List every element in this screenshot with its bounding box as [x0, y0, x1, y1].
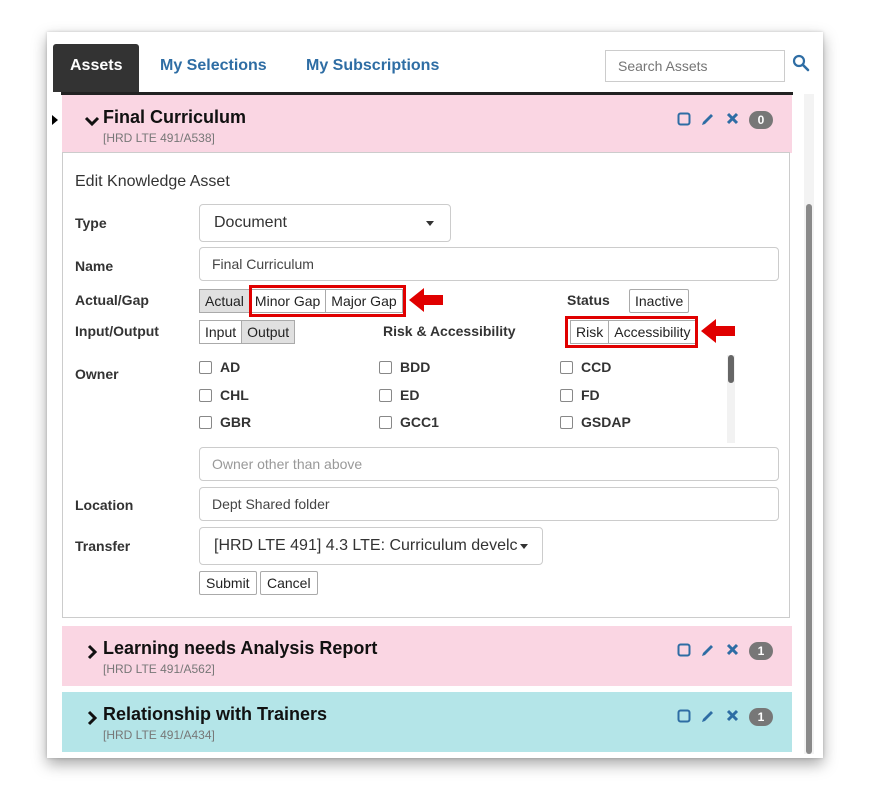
select-square-icon[interactable]: [677, 112, 691, 126]
actual-button[interactable]: Actual: [199, 289, 250, 313]
tab-bar: Assets My Selections My Subscriptions: [47, 32, 823, 92]
type-select[interactable]: Document: [199, 204, 451, 242]
owner-list-scroll-thumb[interactable]: [728, 355, 734, 383]
row-pointer-icon: [52, 115, 58, 125]
owner-other-input[interactable]: Owner other than above: [199, 447, 779, 481]
tab-my-subscriptions[interactable]: My Subscriptions: [306, 44, 439, 92]
output-button[interactable]: Output: [242, 320, 296, 344]
delete-x-icon[interactable]: [726, 709, 739, 722]
checkbox[interactable]: [379, 388, 392, 402]
pencil-icon[interactable]: [700, 642, 716, 658]
owner-checkbox-ccd[interactable]: CCD: [560, 359, 611, 375]
assets-window: Assets My Selections My Subscriptions Fi…: [47, 32, 823, 758]
type-select-value: Document: [214, 214, 287, 231]
owner-list-scrollbar[interactable]: [727, 355, 735, 443]
name-label: Name: [75, 258, 114, 274]
transfer-select-value: [HRD LTE 491] 4.3 LTE: Curriculum develc: [214, 537, 518, 554]
checkbox[interactable]: [560, 360, 573, 374]
asset-count-badge: 1: [749, 642, 773, 660]
owner-checkbox-ad[interactable]: AD: [199, 359, 240, 375]
owner-checkbox-bdd[interactable]: BDD: [379, 359, 430, 375]
input-output-toggle: Input Output: [199, 320, 296, 344]
type-label: Type: [75, 215, 107, 231]
status-inactive-button[interactable]: Inactive: [629, 289, 690, 313]
checkbox[interactable]: [560, 415, 573, 429]
cancel-button[interactable]: Cancel: [260, 571, 318, 595]
input-output-label: Input/Output: [75, 323, 159, 339]
asset-count-badge: 1: [749, 708, 773, 726]
transfer-select[interactable]: [HRD LTE 491] 4.3 LTE: Curriculum develc: [199, 527, 543, 565]
pencil-icon[interactable]: [700, 111, 716, 127]
checkbox[interactable]: [560, 388, 573, 402]
asset-code: [HRD LTE 491/A538]: [103, 131, 215, 145]
submit-button[interactable]: Submit: [199, 571, 257, 595]
search-input[interactable]: [605, 50, 785, 82]
status-label: Status: [567, 292, 610, 308]
edit-asset-form: Edit Knowledge Asset Type Document Name …: [62, 152, 790, 618]
highlight-box-gap: [249, 285, 406, 317]
checkbox[interactable]: [199, 360, 212, 374]
name-field[interactable]: Final Curriculum: [199, 247, 779, 281]
asset-title[interactable]: Final Curriculum: [103, 107, 246, 128]
red-arrow-left-icon: [701, 319, 735, 343]
chevron-down-icon[interactable]: [84, 113, 100, 129]
tab-my-selections[interactable]: My Selections: [160, 44, 267, 92]
checkbox[interactable]: [379, 415, 392, 429]
owner-checkbox-chl[interactable]: CHL: [199, 387, 249, 403]
asset-code: [HRD LTE 491/A562]: [103, 662, 215, 676]
pencil-icon[interactable]: [700, 708, 716, 724]
red-arrow-left-icon: [409, 288, 443, 312]
location-field[interactable]: Dept Shared folder: [199, 487, 779, 521]
search-icon[interactable]: [792, 54, 810, 72]
scrollbar[interactable]: [804, 94, 814, 754]
asset-title[interactable]: Relationship with Trainers: [103, 704, 327, 725]
form-title: Edit Knowledge Asset: [75, 173, 230, 190]
owner-checkbox-gbr[interactable]: GBR: [199, 414, 251, 430]
owner-checkbox-gsdap[interactable]: GSDAP: [560, 414, 631, 430]
select-square-icon[interactable]: [677, 643, 691, 657]
delete-x-icon[interactable]: [726, 112, 739, 125]
risk-accessibility-label: Risk & Accessibility: [383, 323, 516, 339]
asset-title[interactable]: Learning needs Analysis Report: [103, 638, 377, 659]
highlight-box-risk: [565, 316, 698, 348]
caret-down-icon: [426, 221, 434, 226]
owner-checkbox-fd[interactable]: FD: [560, 387, 600, 403]
owner-checkbox-gcc1[interactable]: GCC1: [379, 414, 439, 430]
owner-label: Owner: [75, 366, 119, 382]
asset-count-badge: 0: [749, 111, 773, 129]
asset-header-learning-needs[interactable]: Learning needs Analysis Report [HRD LTE …: [62, 626, 792, 686]
chevron-right-icon[interactable]: [84, 644, 100, 660]
delete-x-icon[interactable]: [726, 643, 739, 656]
actual-gap-label: Actual/Gap: [75, 292, 149, 308]
tab-assets[interactable]: Assets: [53, 44, 140, 92]
location-label: Location: [75, 497, 134, 513]
owner-checkbox-ed[interactable]: ED: [379, 387, 419, 403]
chevron-right-icon[interactable]: [84, 710, 100, 726]
checkbox[interactable]: [379, 360, 392, 374]
transfer-label: Transfer: [75, 538, 131, 554]
scrollbar-thumb[interactable]: [806, 204, 812, 754]
caret-down-icon: [520, 544, 528, 549]
input-button[interactable]: Input: [199, 320, 243, 344]
asset-header-relationship-trainers[interactable]: Relationship with Trainers [HRD LTE 491/…: [62, 692, 792, 752]
asset-code: [HRD LTE 491/A434]: [103, 728, 215, 742]
checkbox[interactable]: [199, 415, 212, 429]
asset-header-final-curriculum[interactable]: Final Curriculum [HRD LTE 491/A538] 0: [62, 95, 792, 153]
select-square-icon[interactable]: [677, 709, 691, 723]
checkbox[interactable]: [199, 388, 212, 402]
